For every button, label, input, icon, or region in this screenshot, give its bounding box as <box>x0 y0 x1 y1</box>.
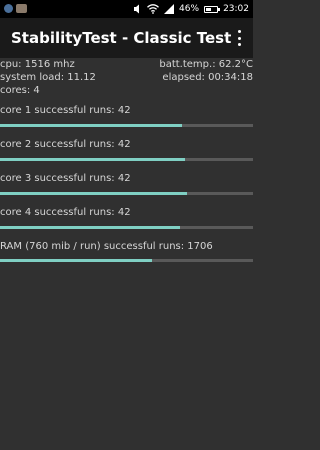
core-2-label: core 2 successful runs: 42 <box>0 139 131 150</box>
app-title: StabilityTest - Classic Test <box>11 29 232 47</box>
more-vert-icon[interactable] <box>234 30 244 46</box>
core-4-progress <box>0 226 253 229</box>
core-4-label: core 4 successful runs: 42 <box>0 207 131 218</box>
battery-icon <box>204 5 221 13</box>
cpu-frequency: cpu: 1516 mhz <box>0 59 75 70</box>
core-1-label: core 1 successful runs: 42 <box>0 105 131 116</box>
app-notification-icon <box>4 4 13 13</box>
cores-count: cores: 4 <box>0 85 40 96</box>
core-1-progress <box>0 124 253 127</box>
status-system-icons: 46% 23:02 <box>133 3 249 15</box>
core-3-progress <box>0 192 253 195</box>
core-2-progress-fill <box>0 158 185 161</box>
game-notification-icon <box>16 4 27 13</box>
wifi-icon <box>147 4 159 14</box>
volume-icon <box>134 4 140 14</box>
ram-label: RAM (760 mib / run) successful runs: 170… <box>0 241 213 252</box>
signal-icon <box>164 4 175 14</box>
ram-progress-fill <box>0 259 152 262</box>
core-1-progress-fill <box>0 124 183 127</box>
core-4-progress-fill <box>0 226 180 229</box>
app-bar: StabilityTest - Classic Test <box>0 18 253 58</box>
status-bar: 46% 23:02 <box>0 0 253 18</box>
battery-temperature: batt.temp.: 62.2°C <box>159 59 253 70</box>
clock: 23:02 <box>223 4 249 14</box>
battery-percentage: 46% <box>179 4 200 14</box>
system-load: system load: 11.12 <box>0 72 96 83</box>
status-notifications <box>4 4 27 13</box>
core-2-progress <box>0 158 253 161</box>
core-3-label: core 3 successful runs: 42 <box>0 173 131 184</box>
elapsed-time: elapsed: 00:34:18 <box>162 72 253 83</box>
core-3-progress-fill <box>0 192 188 195</box>
ram-progress <box>0 259 253 262</box>
